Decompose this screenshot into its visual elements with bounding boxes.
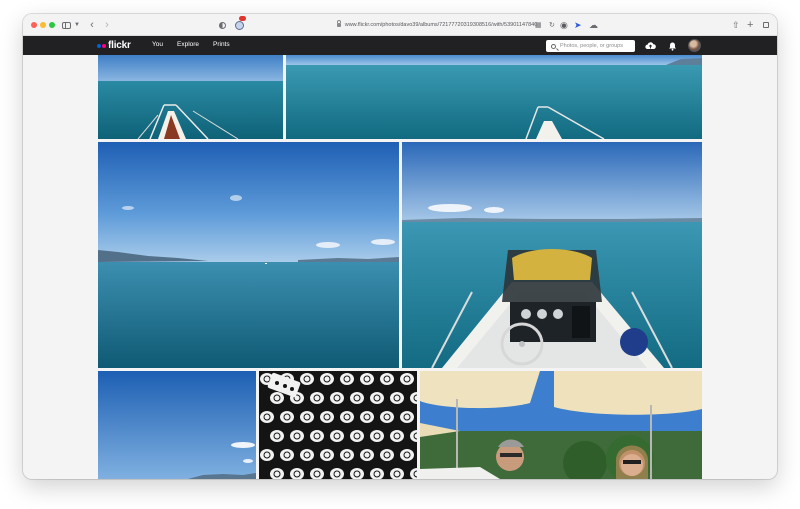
pattern-dot: [280, 449, 294, 461]
search-icon: [551, 43, 556, 49]
extension-b-icon[interactable]: ➤: [574, 19, 582, 31]
logo-pink-dot: [102, 43, 106, 48]
privacy-shield-icon[interactable]: [217, 18, 227, 32]
close-window-button[interactable]: [31, 22, 37, 28]
nav-prints-link[interactable]: Prints: [213, 41, 230, 48]
photo-lake-horizon[interactable]: [98, 142, 399, 368]
pattern-dot: [360, 411, 374, 423]
search-input[interactable]: [560, 43, 628, 49]
pattern-dot: [350, 430, 364, 442]
pattern-dot: [320, 449, 334, 461]
pattern-dot: [260, 449, 274, 461]
photo-lake-bow-wide[interactable]: [286, 55, 702, 139]
tab-overview-icon[interactable]: [762, 18, 770, 32]
translate-icon[interactable]: ▦: [535, 19, 542, 31]
zoom-window-button[interactable]: [49, 22, 55, 28]
flickr-logo[interactable]: flickr: [97, 39, 131, 52]
minimize-window-button[interactable]: [40, 22, 46, 28]
pattern-dot: [350, 392, 364, 404]
user-avatar[interactable]: [688, 39, 701, 52]
pattern-dot: [310, 392, 324, 404]
pattern-dot: [270, 392, 284, 404]
pattern-dot: [340, 373, 354, 385]
pattern-dot: [390, 430, 404, 442]
photo-people-umbrellas[interactable]: [420, 371, 702, 479]
share-icon[interactable]: ⇧: [732, 18, 740, 32]
extension-icon[interactable]: [233, 16, 246, 32]
pattern-dot: [370, 430, 384, 442]
cloud-icon[interactable]: ☁: [589, 19, 598, 31]
logo-blue-dot: [97, 43, 101, 48]
pattern-dot: [340, 411, 354, 423]
photo-gallery: [98, 55, 702, 479]
address-bar[interactable]: www.flickr.com/photos/davo39/albums/7217…: [287, 19, 587, 31]
photo-boat-cockpit[interactable]: [402, 142, 702, 368]
pattern-dot: [390, 392, 404, 404]
photo-sky-mountains[interactable]: [98, 371, 256, 479]
pattern-dot: [280, 411, 294, 423]
pattern-dot: [290, 430, 304, 442]
pattern-dot: [330, 430, 344, 442]
browser-window: ▼ ‹ › www.flickr.com/photos/davo39/album…: [23, 14, 777, 479]
nav-explore-link[interactable]: Explore: [177, 41, 199, 48]
pattern-dot: [380, 373, 394, 385]
pattern-dot: [360, 449, 374, 461]
pattern-dot: [400, 373, 414, 385]
logo-text: flickr: [108, 40, 131, 51]
pattern-dot: [340, 449, 354, 461]
search-box[interactable]: [546, 40, 635, 52]
chevron-down-icon[interactable]: ▼: [74, 18, 80, 32]
browser-toolbar: ▼ ‹ › www.flickr.com/photos/davo39/album…: [23, 14, 777, 36]
pattern-dot: [380, 449, 394, 461]
nav-you-link[interactable]: You: [152, 41, 163, 48]
flickr-nav-bar: flickr You Explore Prints: [23, 36, 777, 55]
new-tab-icon[interactable]: +: [747, 18, 753, 32]
pattern-dot: [400, 449, 414, 461]
back-button[interactable]: ‹: [88, 18, 96, 32]
photo-lake-bow-left[interactable]: [98, 55, 283, 139]
pattern-dot: [370, 392, 384, 404]
pattern-dot: [360, 373, 374, 385]
pattern-dot: [320, 373, 334, 385]
notifications-bell-icon[interactable]: [668, 41, 677, 51]
upload-cloud-icon[interactable]: [645, 41, 656, 50]
photo-pattern-fabric[interactable]: [259, 371, 417, 479]
url-text[interactable]: www.flickr.com/photos/davo39/albums/7217…: [345, 22, 538, 28]
pattern-dot: [260, 411, 274, 423]
pattern-dot: [300, 449, 314, 461]
extension-a-icon[interactable]: ◉: [560, 19, 568, 31]
reload-icon[interactable]: ↻: [549, 19, 555, 31]
pattern-dot: [270, 430, 284, 442]
pattern-dot: [400, 411, 414, 423]
pattern-dot: [320, 411, 334, 423]
forward-button[interactable]: ›: [103, 18, 111, 32]
pattern-dot: [300, 373, 314, 385]
lock-icon: [336, 20, 341, 27]
pattern-dot: [310, 430, 324, 442]
sidebar-toggle-icon[interactable]: [61, 18, 71, 32]
pattern-dot: [380, 411, 394, 423]
pattern-dot: [330, 392, 344, 404]
pattern-dot: [300, 411, 314, 423]
